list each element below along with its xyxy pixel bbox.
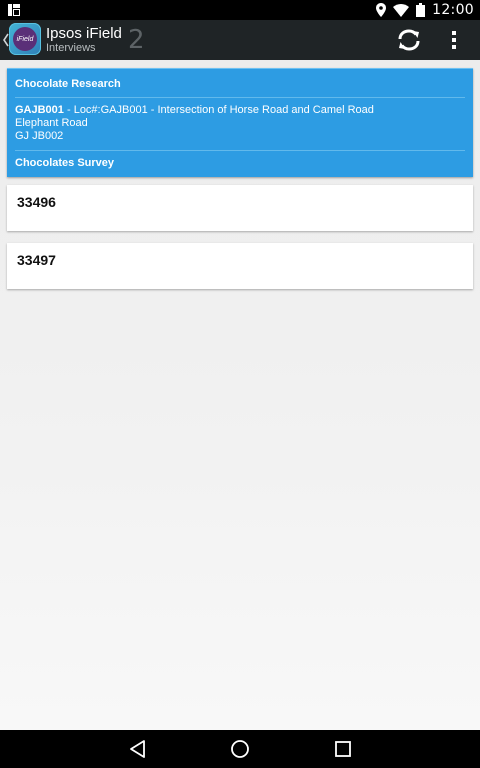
- clock: 12:00: [432, 2, 474, 18]
- interview-id: 33496: [17, 194, 56, 210]
- status-bar: 12:00: [0, 0, 480, 20]
- overflow-menu-icon[interactable]: [444, 28, 464, 52]
- survey-name: Chocolates Survey: [15, 157, 115, 169]
- divider: [15, 150, 465, 151]
- screen-subtitle: Interviews: [46, 42, 96, 54]
- notification-icon: [8, 4, 20, 16]
- sync-icon[interactable]: [395, 27, 423, 53]
- wifi-icon: [393, 3, 410, 17]
- project-name: Chocolate Research: [15, 78, 121, 90]
- area-code: GJ JB002: [15, 130, 64, 142]
- home-icon[interactable]: [229, 738, 251, 760]
- location-block: GAJB001 - Loc#:GAJB001 - Intersection of…: [15, 104, 374, 143]
- app-title: Ipsos iField: [46, 25, 122, 42]
- battery-icon: [416, 3, 426, 17]
- location-code: GAJB001: [15, 104, 64, 116]
- content-area: Chocolate Research GAJB001 - Loc#:GAJB00…: [0, 60, 480, 730]
- location-icon: [376, 3, 387, 17]
- interview-id: 33497: [17, 252, 56, 268]
- interview-list-item[interactable]: 33497: [7, 243, 473, 289]
- app-logo-icon[interactable]: iField: [9, 23, 41, 55]
- navigation-bar: [0, 730, 480, 768]
- recents-icon[interactable]: [332, 738, 354, 760]
- divider: [15, 97, 465, 98]
- action-bar: iField Ipsos iField Interviews 2: [0, 20, 480, 60]
- location-detail: - Loc#:GAJB001 - Intersection of Horse R…: [63, 104, 374, 116]
- interview-list-item[interactable]: 33496: [7, 185, 473, 231]
- interview-count: 2: [128, 25, 145, 55]
- location-line: GAJB001 - Loc#:GAJB001 - Intersection of…: [15, 104, 374, 117]
- back-icon[interactable]: [127, 738, 149, 760]
- survey-header-card: Chocolate Research GAJB001 - Loc#:GAJB00…: [7, 68, 473, 177]
- address-line: Elephant Road: [15, 117, 88, 129]
- app-logo-text: iField: [13, 27, 37, 51]
